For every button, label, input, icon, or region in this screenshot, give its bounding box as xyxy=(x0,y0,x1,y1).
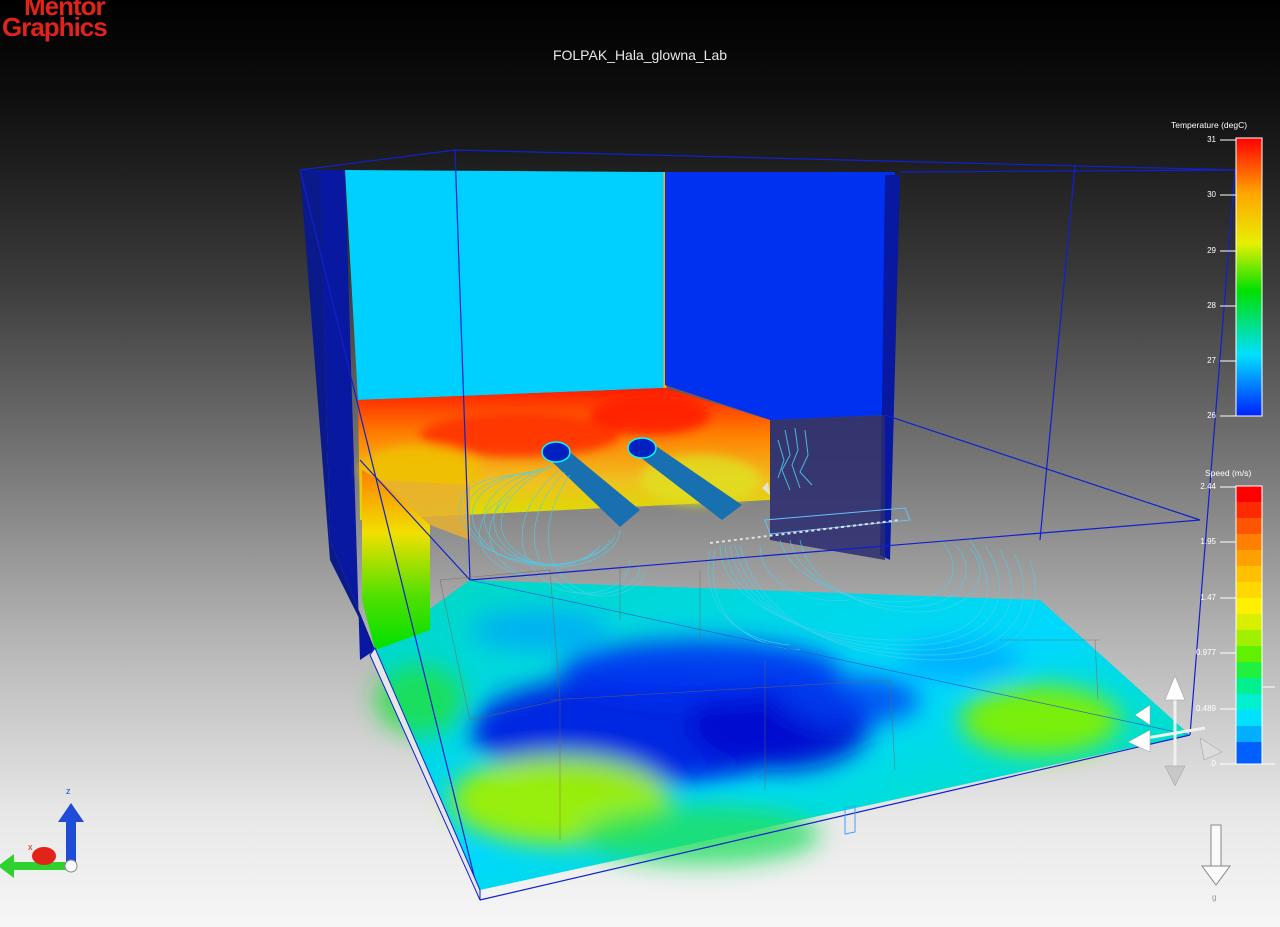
speed-legend-title: Speed (m/s) xyxy=(1205,468,1252,478)
speed-tick: 1.47 xyxy=(1200,593,1216,602)
temperature-tick: 28 xyxy=(1207,301,1216,310)
speed-tick: 0 xyxy=(1211,759,1216,768)
temperature-tick: 30 xyxy=(1207,190,1216,199)
temperature-tick: 26 xyxy=(1207,411,1216,420)
floor-marker xyxy=(844,805,856,835)
temperature-tick: 29 xyxy=(1207,246,1216,255)
gravity-label: g xyxy=(1212,893,1217,902)
gravity-arrow-icon xyxy=(1201,824,1231,886)
temperature-legend-title: Temperature (degC) xyxy=(1171,120,1248,130)
speed-tick: 0.977 xyxy=(1195,648,1216,657)
axis-z-label: z xyxy=(66,786,71,796)
floor-temperature-plane xyxy=(375,580,1190,890)
cfd-3d-viewport[interactable] xyxy=(0,0,1280,927)
back-wall-upper-cold xyxy=(345,170,667,400)
axis-x-label: x xyxy=(28,842,33,852)
temperature-tick: 27 xyxy=(1207,356,1216,365)
interior-dark-panel xyxy=(770,415,885,560)
speed-tick: 0.489 xyxy=(1195,704,1216,713)
speed-legend xyxy=(1220,485,1275,765)
temperature-tick: 31 xyxy=(1207,135,1216,144)
axis-triad-icon xyxy=(0,803,84,878)
speed-tick: 1.95 xyxy=(1200,537,1216,546)
speed-tick: 2.44 xyxy=(1200,482,1216,491)
